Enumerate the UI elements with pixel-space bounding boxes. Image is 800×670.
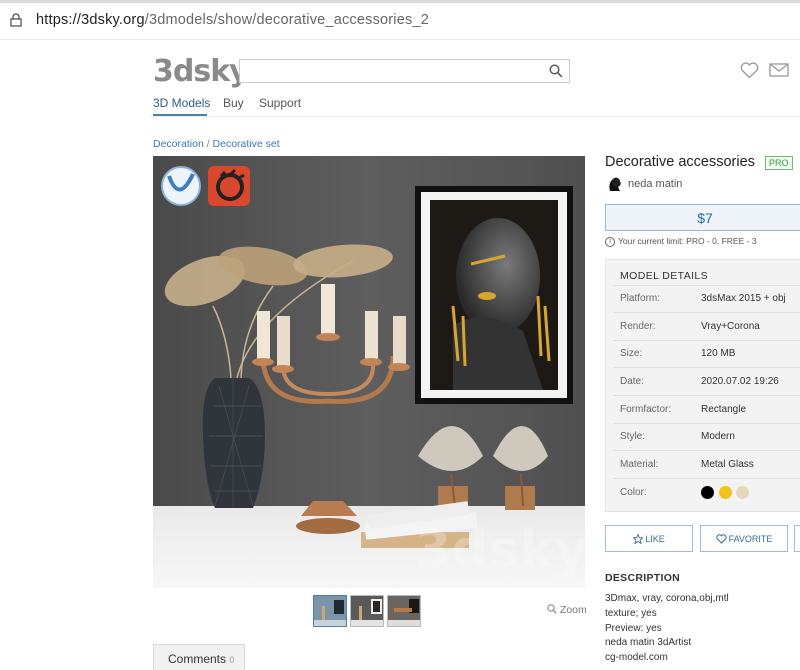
product-title: Decorative accessories [605,154,755,170]
details-divider [613,340,800,341]
description-line: texture; yes [605,608,657,619]
lock-icon [10,13,22,27]
zoom-icon [547,604,557,614]
gallery-thumbnail[interactable] [387,595,421,627]
description-heading: DESCRIPTION [605,572,681,584]
search-box[interactable] [239,59,570,83]
watermark: 3dsky [415,520,585,580]
nav-active-indicator [153,114,207,116]
detail-key-formfactor: Formfactor: [620,404,672,415]
description-line: neda matin 3dArtist [605,637,692,648]
detail-key-date: Date: [620,376,644,387]
search-icon[interactable] [549,64,563,78]
zoom-button[interactable]: Zoom [547,604,587,616]
heart-icon [715,534,727,544]
mail-icon[interactable] [769,63,789,77]
color-swatch[interactable] [736,486,749,499]
color-swatch[interactable] [719,486,732,499]
detail-value-render: Vray+Corona [701,321,760,332]
vray-badge [161,166,201,206]
detail-key-color: Color: [620,487,647,498]
detail-key-size: Size: [620,348,643,359]
model-details-heading: MODEL DETAILS [620,270,709,282]
color-swatch[interactable] [701,486,714,499]
details-divider [613,285,800,286]
url-host: https://3dsky.org [36,12,145,28]
detail-key-platform: Platform: [620,293,661,304]
details-divider [613,478,800,479]
detail-value-style[interactable]: Modern [701,431,735,442]
nav-support[interactable]: Support [259,96,301,110]
browser-address-bar[interactable]: https://3dsky.org/3dmodels/show/decorati… [0,0,800,40]
like-label: LIKE [645,534,665,544]
nav-divider [150,116,800,117]
url-text[interactable]: https://3dsky.org/3dmodels/show/decorati… [36,12,429,28]
details-divider [613,423,800,424]
download-limit-text: Your current limit: PRO - 0, FREE - 3 [618,236,757,246]
details-divider [613,450,800,451]
heart-icon[interactable] [740,62,759,79]
detail-value-material[interactable]: Metal Glass [701,459,754,470]
detail-key-material: Material: [620,459,659,470]
detail-key-render: Render: [620,321,656,332]
gallery-thumbnail[interactable] [313,595,347,627]
detail-value-date: 2020.07.02 19:26 [701,376,779,387]
description-line: 3Dmax, vray, corona,obj,mtl [605,593,729,604]
details-divider [613,312,800,313]
breadcrumb-separator: / [203,138,213,150]
site-logo[interactable]: 3dsky [153,54,249,89]
breadcrumb-decorative-set[interactable]: Decorative set [213,138,280,150]
pro-badge: PRO [765,156,793,170]
browser-top-edge [0,0,800,3]
detail-value-platform: 3dsMax 2015 + obj [701,293,786,304]
buy-price-button[interactable]: $7 [605,204,800,231]
favorite-label: FAVORITE [728,534,773,544]
breadcrumb: Decoration / Decorative set [153,138,280,150]
info-icon: i [605,236,615,247]
description-line: Preview: yes [605,623,662,634]
like-button[interactable]: LIKE [605,525,693,552]
detail-value-formfactor[interactable]: Rectangle [701,404,746,415]
detail-key-style: Style: [620,431,646,442]
description-line: cg-model.com [605,652,668,663]
details-divider [613,395,800,396]
details-divider [613,367,800,368]
author-avatar-icon[interactable] [606,175,624,193]
star-icon [632,533,645,545]
corona-badge [208,166,250,206]
nav-buy[interactable]: Buy [223,96,244,110]
tab-comments[interactable]: Comments 0 [153,644,245,670]
download-limit-note: i Your current limit: PRO - 0, FREE - 3 [605,236,757,247]
favorite-button[interactable]: FAVORITE [700,525,788,552]
breadcrumb-decoration[interactable]: Decoration [153,138,204,150]
author-name[interactable]: neda matin [628,178,682,190]
zoom-label: Zoom [559,604,587,616]
gallery-thumbnail[interactable] [350,595,384,627]
nav-3d-models[interactable]: 3D Models [153,96,210,110]
url-path: /3dmodels/show/decorative_accessories_2 [144,12,429,28]
search-input[interactable] [244,61,544,81]
more-actions-button[interactable] [794,525,800,552]
product-main-image[interactable]: 3dsky [153,156,585,588]
detail-value-size: 120 MB [701,348,736,359]
comments-count: 0 [229,655,235,665]
comments-label: Comments [168,652,227,666]
